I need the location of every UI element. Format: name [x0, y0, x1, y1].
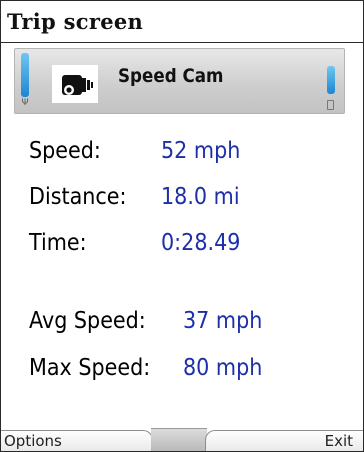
battery-level-bar	[327, 66, 335, 94]
stat-value: 18.0 mi	[161, 184, 240, 210]
title-bar: Trip screen	[1, 1, 363, 43]
status-pane: Ψ Speed Cam	[14, 48, 345, 114]
stat-row-max-speed: Max Speed: 80 mph	[29, 355, 349, 387]
screen-title: Trip screen	[7, 9, 144, 34]
stat-value: 0:28.49	[161, 230, 241, 256]
stat-value: 37 mph	[183, 308, 263, 334]
stat-row-speed: Speed: 52 mph	[29, 138, 349, 170]
stat-label: Avg Speed:	[29, 308, 146, 334]
signal-strength-icon: Ψ	[19, 53, 31, 108]
middle-softkey[interactable]	[151, 428, 207, 451]
stat-row-distance: Distance: 18.0 mi	[29, 184, 349, 216]
stat-row-avg-speed: Avg Speed: 37 mph	[29, 308, 349, 340]
app-name: Speed Cam	[118, 65, 224, 87]
stat-label: Speed:	[29, 138, 101, 164]
stat-label: Time:	[29, 230, 87, 256]
antenna-icon: Ψ	[21, 98, 29, 108]
exit-softkey[interactable]: Exit	[205, 430, 363, 451]
battery-icon	[327, 100, 334, 110]
stat-row-time: Time: 0:28.49	[29, 230, 349, 262]
speed-camera-icon	[52, 65, 98, 103]
options-softkey[interactable]: Options	[1, 430, 153, 451]
stat-label: Distance:	[29, 184, 127, 210]
signal-level-bar	[21, 53, 29, 97]
stat-value: 80 mph	[183, 355, 263, 381]
stat-value: 52 mph	[161, 138, 241, 164]
stat-label: Max Speed:	[29, 355, 151, 381]
phone-screen: Trip screen Ψ Speed Cam Speed: 52 mph Di…	[0, 0, 364, 452]
softkey-bar: Options Exit	[1, 428, 363, 451]
battery-level-icon	[325, 66, 337, 110]
